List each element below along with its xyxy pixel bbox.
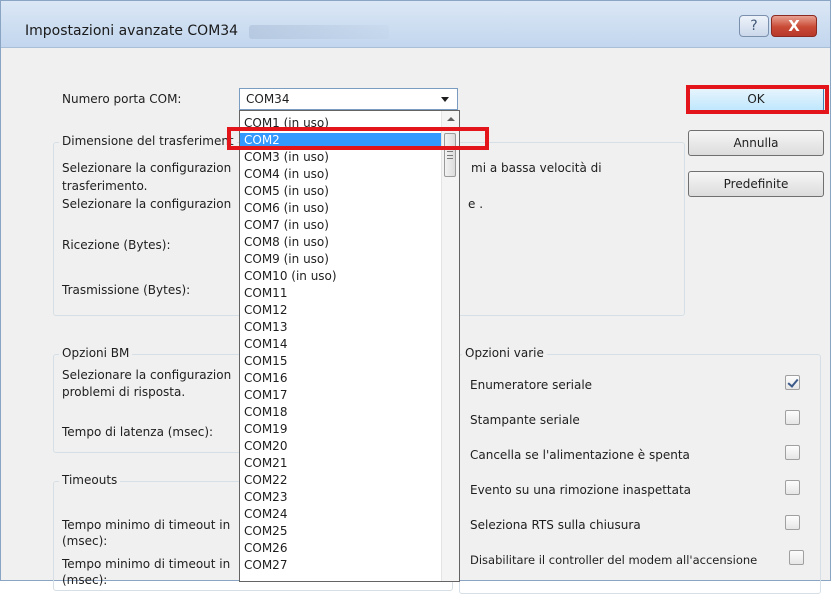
- close-button[interactable]: X: [771, 15, 817, 37]
- write-timeout-label-b: (msec):: [62, 573, 108, 587]
- com-port-option[interactable]: COM3 (in uso): [240, 150, 444, 164]
- com-port-option[interactable]: COM1 (in uso): [240, 116, 444, 130]
- com-port-option[interactable]: COM21: [240, 456, 444, 470]
- option-cancel-power-off-checkbox[interactable]: [785, 445, 800, 460]
- com-port-option[interactable]: COM11: [240, 286, 444, 300]
- com-port-option[interactable]: COM19: [240, 422, 444, 436]
- com-port-option[interactable]: COM23: [240, 490, 444, 504]
- com-port-option[interactable]: COM7 (in uso): [240, 218, 444, 232]
- title-bar: Impostazioni avanzate COM34 ? X: [1, 1, 830, 48]
- transfer-text-line2: trasferimento.: [62, 179, 148, 193]
- scroll-up-arrow-icon[interactable]: [445, 114, 456, 124]
- com-port-option[interactable]: COM27: [240, 558, 444, 572]
- com-port-option[interactable]: COM4 (in uso): [240, 167, 444, 181]
- com-port-option[interactable]: COM22: [240, 473, 444, 487]
- transfer-text-line1a: Selezionare la configurazion: [62, 161, 232, 175]
- com-port-option[interactable]: COM13: [240, 320, 444, 334]
- option-rts-on-close-checkbox[interactable]: [785, 515, 800, 530]
- transmit-bytes-label: Trasmissione (Bytes):: [62, 283, 191, 297]
- com-port-option[interactable]: COM15: [240, 354, 444, 368]
- read-timeout-label-a: Tempo minimo di timeout in: [62, 518, 231, 532]
- com-port-option[interactable]: COM26: [240, 541, 444, 555]
- com-port-option[interactable]: COM16: [240, 371, 444, 385]
- com-port-option[interactable]: COM14: [240, 337, 444, 351]
- bm-text-line2: problemi di risposta.: [62, 385, 186, 399]
- option-serial-enumerator-label: Enumeratore seriale: [470, 378, 593, 392]
- transfer-text-line3a: Selezionare la configurazion: [62, 197, 232, 211]
- option-disable-modem-ctrl-checkbox[interactable]: [789, 550, 804, 565]
- com-port-option[interactable]: COM17: [240, 388, 444, 402]
- com-port-option[interactable]: COM6 (in uso): [240, 201, 444, 215]
- com-port-dropdown-list[interactable]: COM1 (in uso) COM2 COM3 (in uso) COM4 (i…: [239, 110, 460, 582]
- com-port-select[interactable]: COM34: [239, 88, 458, 110]
- com-port-option[interactable]: COM9 (in uso): [240, 252, 444, 266]
- com-port-option[interactable]: COM5 (in uso): [240, 184, 444, 198]
- latency-label: Tempo di latenza (msec):: [62, 425, 214, 439]
- com-port-option[interactable]: COM25: [240, 524, 444, 538]
- com-port-selected-value: COM34: [246, 92, 290, 106]
- bm-text-line1: Selezionare la configurazion: [62, 368, 232, 382]
- scrollbar-grip-icon: [447, 151, 453, 159]
- dropdown-arrow-icon[interactable]: [441, 97, 449, 102]
- option-serial-printer-checkbox[interactable]: [785, 410, 800, 425]
- com-port-option[interactable]: COM24: [240, 507, 444, 521]
- com-port-option[interactable]: COM8 (in uso): [240, 235, 444, 249]
- help-button[interactable]: ?: [739, 15, 769, 37]
- com-port-label: Numero porta COM:: [62, 92, 182, 106]
- window-title: Impostazioni avanzate COM34: [25, 23, 239, 39]
- read-timeout-label-b: (msec):: [62, 534, 108, 548]
- ok-button[interactable]: OK: [688, 86, 824, 112]
- com-port-option[interactable]: COM10 (in uso): [240, 269, 444, 283]
- option-rts-on-close-label: Seleziona RTS sulla chiusura: [470, 518, 641, 532]
- question-mark-icon: ?: [750, 18, 758, 34]
- scrollbar-thumb[interactable]: [444, 133, 456, 177]
- option-surprise-removal-label: Evento su una rimozione inaspettata: [470, 483, 692, 497]
- timeouts-group-title: Timeouts: [59, 473, 121, 487]
- advanced-settings-dialog: Impostazioni avanzate COM34 ? X Numero p…: [0, 0, 831, 594]
- com-port-option[interactable]: COM20: [240, 439, 444, 453]
- dropdown-scrollbar[interactable]: [441, 111, 459, 581]
- defaults-button[interactable]: Predefinite: [688, 171, 824, 197]
- transfer-size-group-title: Dimensione del trasferiment: [59, 134, 237, 148]
- option-serial-printer-label: Stampante seriale: [470, 413, 580, 427]
- close-x-icon: X: [788, 17, 800, 35]
- com-port-option-highlighted[interactable]: COM2: [240, 133, 444, 147]
- option-serial-enumerator-checkbox[interactable]: [785, 375, 800, 390]
- option-disable-modem-ctrl-label: Disabilitare il controller del modem all…: [470, 553, 758, 567]
- misc-options-group-title: Opzioni varie: [462, 346, 547, 360]
- transfer-text-line3b: e .: [468, 197, 484, 211]
- com-port-option[interactable]: COM18: [240, 405, 444, 419]
- com-port-option[interactable]: COM12: [240, 303, 444, 317]
- option-cancel-power-off-label: Cancella se l'alimentazione è spenta: [470, 448, 690, 462]
- cancel-button[interactable]: Annulla: [688, 130, 824, 156]
- option-surprise-removal-checkbox[interactable]: [785, 480, 800, 495]
- transfer-text-line1b: mi a bassa velocità di: [471, 161, 602, 175]
- write-timeout-label-a: Tempo minimo di timeout in: [62, 557, 231, 571]
- receive-bytes-label: Ricezione (Bytes):: [62, 238, 171, 252]
- bm-options-group-title: Opzioni BM: [59, 346, 133, 360]
- background-window-title: [249, 25, 389, 39]
